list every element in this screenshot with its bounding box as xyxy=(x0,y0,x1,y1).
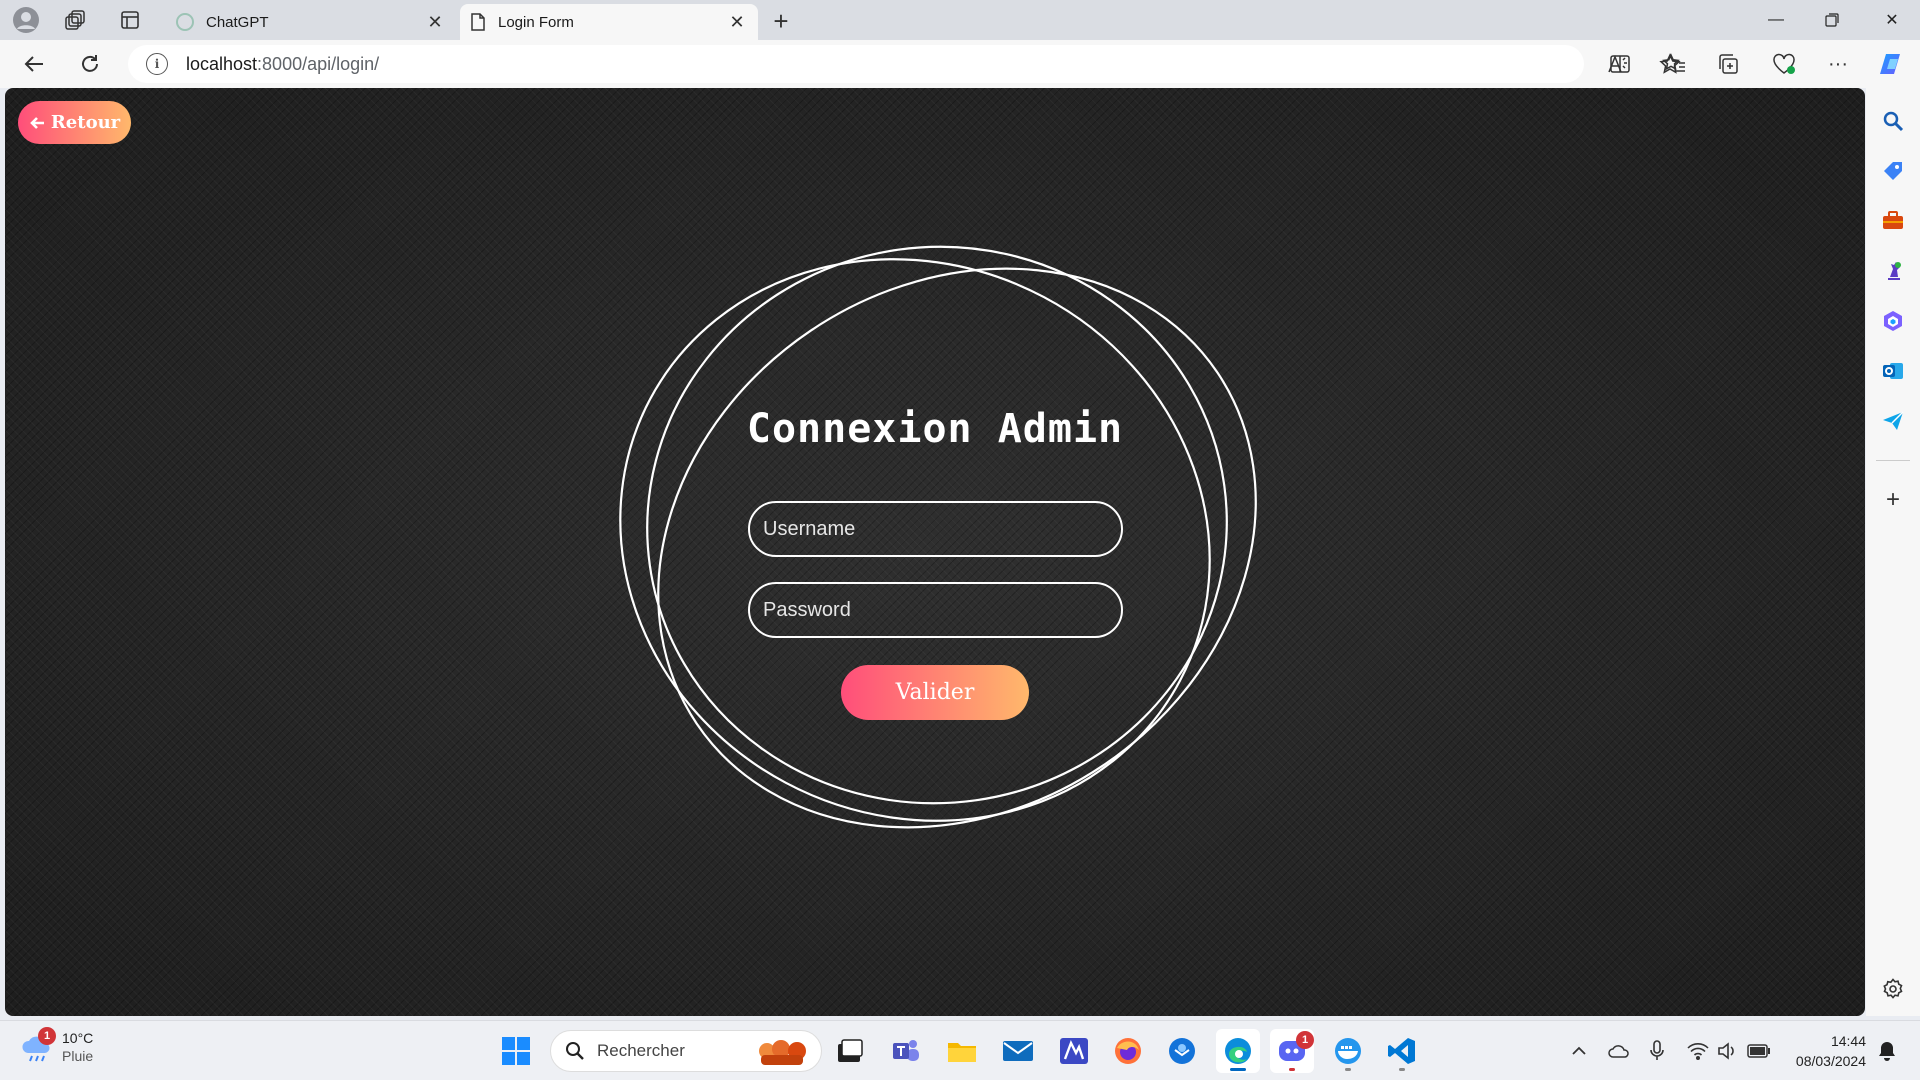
notification-bell-icon[interactable] xyxy=(1872,1035,1902,1067)
search-icon xyxy=(566,1042,584,1060)
tools-briefcase-icon[interactable] xyxy=(1876,204,1910,238)
page-viewport: Retour Connexion Admin Valider xyxy=(5,88,1865,1016)
close-window-icon[interactable]: ✕ xyxy=(1864,0,1920,40)
clock-date: 08/03/2024 xyxy=(1795,1053,1866,1069)
address-bar[interactable]: i localhost:8000/api/login/ xyxy=(128,45,1681,83)
outlook-icon[interactable] xyxy=(1876,354,1910,388)
close-icon[interactable]: ✕ xyxy=(726,11,748,33)
tab-chatgpt[interactable]: ChatGPT ✕ xyxy=(166,4,456,40)
settings-gear-icon[interactable] xyxy=(1876,972,1910,1006)
docker-icon[interactable] xyxy=(1326,1029,1370,1073)
send-drop-icon[interactable] xyxy=(1876,404,1910,438)
close-icon[interactable]: ✕ xyxy=(424,11,446,33)
url-path: :8000/api/login/ xyxy=(257,53,380,74)
favorites-icon[interactable] xyxy=(1656,46,1692,82)
onedrive-cloud-icon[interactable] xyxy=(1604,1035,1634,1067)
url-host: localhost xyxy=(186,53,258,74)
add-icon[interactable]: + xyxy=(1876,483,1910,517)
taskbar-search[interactable]: Rechercher xyxy=(550,1030,822,1072)
tab-strip: ChatGPT ✕ Login Form ✕ + — ✕ xyxy=(0,0,1920,40)
profile-icon[interactable] xyxy=(8,2,44,38)
running-indicator xyxy=(1345,1068,1351,1071)
page-title: Connexion Admin xyxy=(746,406,1124,452)
url-text[interactable]: localhost:8000/api/login/ xyxy=(186,54,379,75)
sidebar-divider xyxy=(1876,460,1910,461)
edge-browser-icon[interactable] xyxy=(1216,1029,1260,1073)
volume-icon[interactable] xyxy=(1714,1035,1740,1067)
restore-icon[interactable] xyxy=(1804,0,1860,40)
active-indicator xyxy=(1230,1068,1246,1071)
shopping-tag-icon[interactable] xyxy=(1876,154,1910,188)
tab-login-form[interactable]: Login Form ✕ xyxy=(460,4,758,40)
workspaces-icon[interactable] xyxy=(58,2,94,38)
search-icon[interactable] xyxy=(1876,104,1910,138)
weather-temperature: 10°C xyxy=(62,1030,94,1046)
split-screen-icon[interactable] xyxy=(1602,46,1638,82)
site-info-icon[interactable]: i xyxy=(146,53,168,75)
discord-icon[interactable]: 1 xyxy=(1270,1029,1314,1073)
tab-label: ChatGPT xyxy=(206,13,269,31)
discord-badge: 1 xyxy=(1296,1031,1314,1049)
firefox-icon[interactable] xyxy=(1106,1029,1150,1073)
vscode-icon[interactable] xyxy=(1380,1029,1424,1073)
chevron-up-icon[interactable] xyxy=(1566,1035,1592,1067)
edge-sidebar: + xyxy=(1866,88,1920,1016)
tab-actions-icon[interactable] xyxy=(112,2,148,38)
running-indicator xyxy=(1399,1068,1405,1071)
refresh-icon[interactable] xyxy=(72,46,108,82)
clock[interactable]: 14:44 08/03/2024 xyxy=(1780,1031,1866,1071)
more-options-icon[interactable]: ··· xyxy=(1820,46,1856,82)
search-highlight-icon xyxy=(759,1040,806,1065)
weather-badge: 1 xyxy=(38,1027,56,1045)
copilot-icon[interactable] xyxy=(1874,46,1910,82)
weather-widget[interactable]: 1 10°C Pluie xyxy=(20,1027,94,1065)
running-indicator xyxy=(1289,1068,1295,1071)
page-favicon-icon xyxy=(471,13,485,31)
chatgpt-favicon-icon xyxy=(176,13,194,31)
minimize-icon[interactable]: — xyxy=(1748,0,1804,40)
back-arrow-icon[interactable] xyxy=(16,46,52,82)
navigation-bar: i localhost:8000/api/login/ ··· xyxy=(0,40,1920,88)
wifi-icon[interactable] xyxy=(1684,1035,1712,1067)
microphone-icon[interactable] xyxy=(1644,1035,1670,1067)
rain-cloud-icon: 1 xyxy=(20,1027,56,1065)
windows-taskbar: 1 10°C Pluie Rechercher 1 14:44 08/03/20… xyxy=(0,1020,1920,1080)
browser-essentials-icon[interactable] xyxy=(1766,46,1802,82)
weather-description: Pluie xyxy=(62,1048,94,1064)
windows-start-icon[interactable] xyxy=(494,1029,538,1073)
sketch-app-icon[interactable] xyxy=(1052,1029,1096,1073)
task-view-icon[interactable] xyxy=(828,1029,872,1073)
file-explorer-icon[interactable] xyxy=(940,1029,984,1073)
tab-label: Login Form xyxy=(498,13,574,31)
search-placeholder: Rechercher xyxy=(597,1041,685,1060)
games-chess-icon[interactable] xyxy=(1876,254,1910,288)
submit-button[interactable]: Valider xyxy=(841,665,1029,720)
battery-icon[interactable] xyxy=(1744,1035,1774,1067)
clock-time: 14:44 xyxy=(1830,1033,1866,1049)
microsoft-365-icon[interactable] xyxy=(1876,304,1910,338)
password-input[interactable] xyxy=(748,582,1123,638)
teams-icon[interactable] xyxy=(884,1029,928,1073)
new-tab-button[interactable]: + xyxy=(766,6,796,36)
username-input[interactable] xyxy=(748,501,1123,557)
mail-icon[interactable] xyxy=(996,1029,1040,1073)
thunderbird-icon[interactable] xyxy=(1160,1029,1204,1073)
collections-icon[interactable] xyxy=(1710,46,1746,82)
